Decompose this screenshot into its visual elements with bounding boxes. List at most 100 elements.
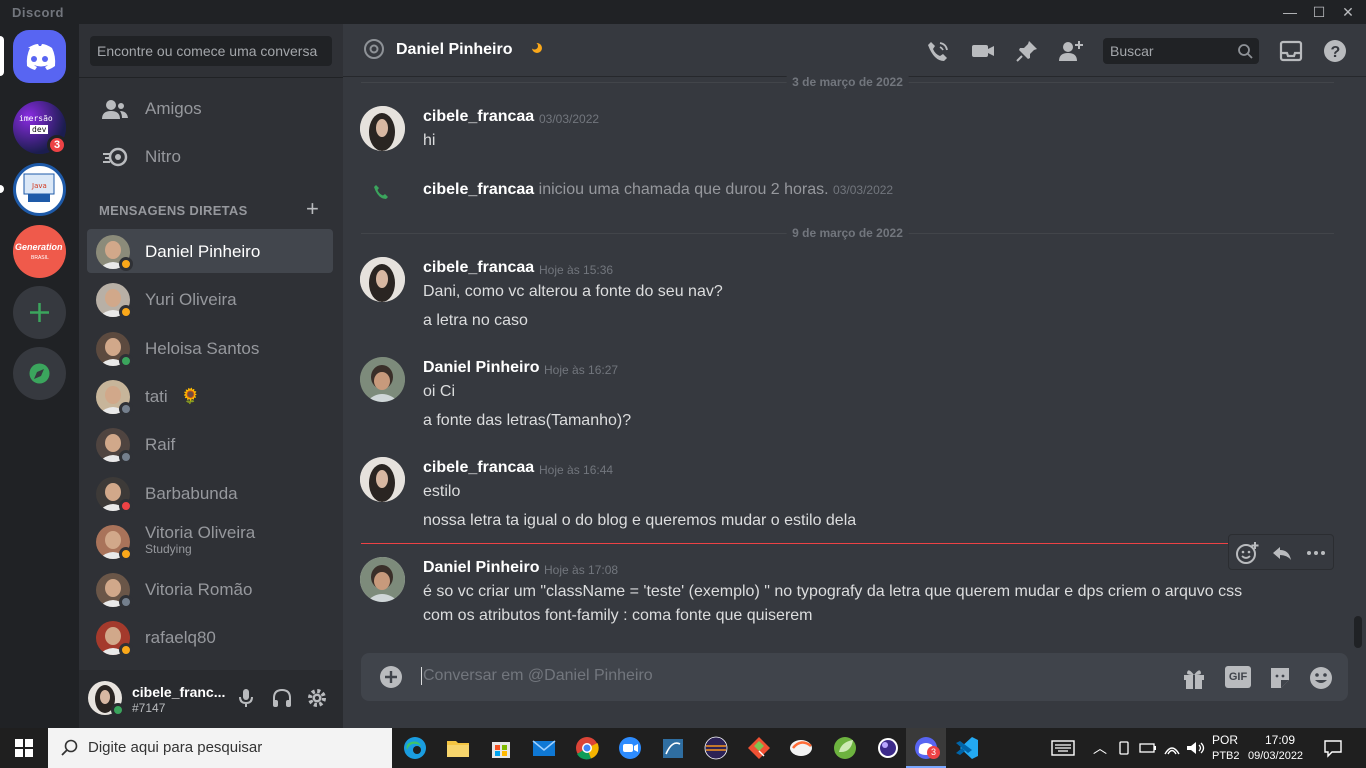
create-dm-button[interactable]: + <box>306 198 324 220</box>
message-text: hi <box>423 132 436 149</box>
edge-browser-icon[interactable] <box>398 732 432 764</box>
dm-status-idle <box>119 257 133 271</box>
microsoft-store-icon[interactable] <box>484 732 518 764</box>
add-friends-to-dm-icon[interactable] <box>1058 38 1084 64</box>
vscode-icon[interactable] <box>950 732 984 764</box>
message-timestamp: Hoje às 17:08 <box>544 563 619 577</box>
help-icon[interactable]: ? <box>1322 38 1348 64</box>
spring-tool-icon[interactable] <box>828 732 862 764</box>
minimize-button[interactable]: — <box>1276 0 1304 24</box>
headphones-icon[interactable] <box>270 686 294 710</box>
nav-friends[interactable]: Amigos <box>87 88 333 130</box>
home-button[interactable] <box>13 30 66 83</box>
header-search-input[interactable]: Buscar <box>1103 38 1259 64</box>
dm-name: Vitoria Romão <box>145 580 253 599</box>
taskbar-search[interactable]: Digite aqui para pesquisar <box>48 728 392 768</box>
voice-call-icon[interactable] <box>925 38 951 64</box>
dm-item[interactable]: Heloisa Santos <box>87 326 333 370</box>
mail-icon[interactable] <box>527 732 561 764</box>
video-call-icon[interactable] <box>970 38 996 64</box>
zoom-icon[interactable] <box>613 732 647 764</box>
message-avatar[interactable] <box>360 557 405 602</box>
volume-icon[interactable] <box>1185 739 1205 757</box>
add-reaction-icon[interactable] <box>1234 540 1260 566</box>
message-avatar[interactable] <box>360 257 405 302</box>
notifications-icon[interactable] <box>1323 738 1343 758</box>
upload-plus-icon[interactable] <box>379 665 403 689</box>
sticker-icon[interactable] <box>1267 665 1293 691</box>
server-generation-text2: BRASIL <box>31 255 49 261</box>
server-generation[interactable]: Generation BRASIL <box>13 225 66 278</box>
clock-date[interactable]: 09/03/2022 <box>1248 750 1303 762</box>
microphone-icon[interactable] <box>234 686 258 710</box>
chrome-icon[interactable] <box>570 732 604 764</box>
file-explorer-icon[interactable] <box>441 732 475 764</box>
settings-gear-icon[interactable] <box>305 686 329 710</box>
dm-search-input[interactable]: Encontre ou comece uma conversa <box>90 36 332 66</box>
message-author[interactable]: Daniel Pinheiro <box>423 359 539 377</box>
chat-title: Daniel Pinheiro <box>396 41 513 58</box>
date-separator: 3 de março de 2022 <box>361 75 1334 89</box>
mysql-workbench-icon[interactable] <box>656 732 690 764</box>
explore-servers-button[interactable] <box>13 347 66 400</box>
emoji-icon[interactable] <box>1308 665 1334 691</box>
dm-item[interactable]: tati 🌻 <box>87 374 333 418</box>
dm-item[interactable]: Vitoria Oliveira Studying <box>87 519 333 563</box>
device-tray-icon[interactable] <box>1116 740 1132 756</box>
idle-moon-icon <box>531 42 542 53</box>
friends-icon <box>102 100 128 119</box>
message-text: com os atributos font-family : coma font… <box>423 607 813 624</box>
message-author[interactable]: cibele_francaa <box>423 459 534 477</box>
message-author[interactable]: cibele_francaa <box>423 259 534 277</box>
add-server-button[interactable] <box>13 286 66 339</box>
dm-item[interactable]: Yuri Oliveira <box>87 277 333 321</box>
close-button[interactable]: ✕ <box>1334 0 1362 24</box>
dm-item[interactable]: Daniel Pinheiro <box>87 229 333 273</box>
dm-name: tati <box>145 387 168 406</box>
message-author[interactable]: Daniel Pinheiro <box>423 559 539 577</box>
header-search-placeholder: Buscar <box>1110 43 1154 59</box>
dm-item[interactable]: Raif <box>87 422 333 466</box>
dm-item[interactable]: Vitoria Romão <box>87 567 333 611</box>
message-text: Dani, como vc alterou a fonte do seu nav… <box>423 283 723 300</box>
maximize-button[interactable]: ☐ <box>1305 0 1333 24</box>
tray-expand-icon[interactable]: ︿ <box>1093 738 1107 758</box>
keyboard-layout-indicator[interactable]: PTB2 <box>1212 750 1240 762</box>
nav-friends-label: Amigos <box>145 99 202 118</box>
dm-status-offline <box>119 595 133 609</box>
chat-scrollbar[interactable] <box>1354 616 1362 648</box>
postman-icon[interactable] <box>785 732 819 764</box>
wifi-icon[interactable] <box>1163 739 1181 757</box>
discord-taskbar-button[interactable]: 3 <box>906 728 946 768</box>
message-avatar[interactable] <box>360 357 405 402</box>
keyboard-tray-icon[interactable] <box>1050 738 1076 758</box>
message-author[interactable]: cibele_francaa <box>423 108 534 126</box>
clock-time[interactable]: 17:09 <box>1265 733 1295 747</box>
pinned-messages-icon[interactable] <box>1014 38 1040 64</box>
gift-icon[interactable] <box>1181 665 1207 691</box>
dm-section-header: MENSAGENS DIRETAS <box>99 203 248 218</box>
language-indicator[interactable]: POR <box>1212 733 1238 747</box>
server-java[interactable]: Java <box>13 163 66 216</box>
message-input[interactable]: Conversar em @Daniel Pinheiro <box>421 667 653 685</box>
message-avatar[interactable] <box>360 106 405 151</box>
inbox-icon[interactable] <box>1278 38 1304 64</box>
reply-icon[interactable] <box>1269 540 1295 566</box>
message-timestamp: Hoje às 16:44 <box>539 463 614 477</box>
message-avatar[interactable] <box>360 457 405 502</box>
gif-button[interactable]: GIF <box>1225 666 1251 688</box>
eclipse-icon[interactable] <box>699 732 733 764</box>
battery-icon[interactable] <box>1139 741 1157 755</box>
more-options-icon[interactable] <box>1303 540 1329 566</box>
nav-nitro[interactable]: Nitro <box>87 136 333 178</box>
dm-status-text: Studying <box>145 542 192 556</box>
windows-start-icon[interactable] <box>15 739 33 757</box>
call-author[interactable]: cibele_francaa <box>423 181 534 198</box>
dm-item[interactable]: rafaelq80 <box>87 615 333 659</box>
plus-icon <box>30 303 49 322</box>
git-tool-icon[interactable] <box>742 732 776 764</box>
dm-status-idle <box>119 547 133 561</box>
dm-item[interactable]: Barbabunda <box>87 471 333 515</box>
discord-taskbar-badge: 3 <box>927 746 940 759</box>
media-app-icon[interactable] <box>871 732 905 764</box>
